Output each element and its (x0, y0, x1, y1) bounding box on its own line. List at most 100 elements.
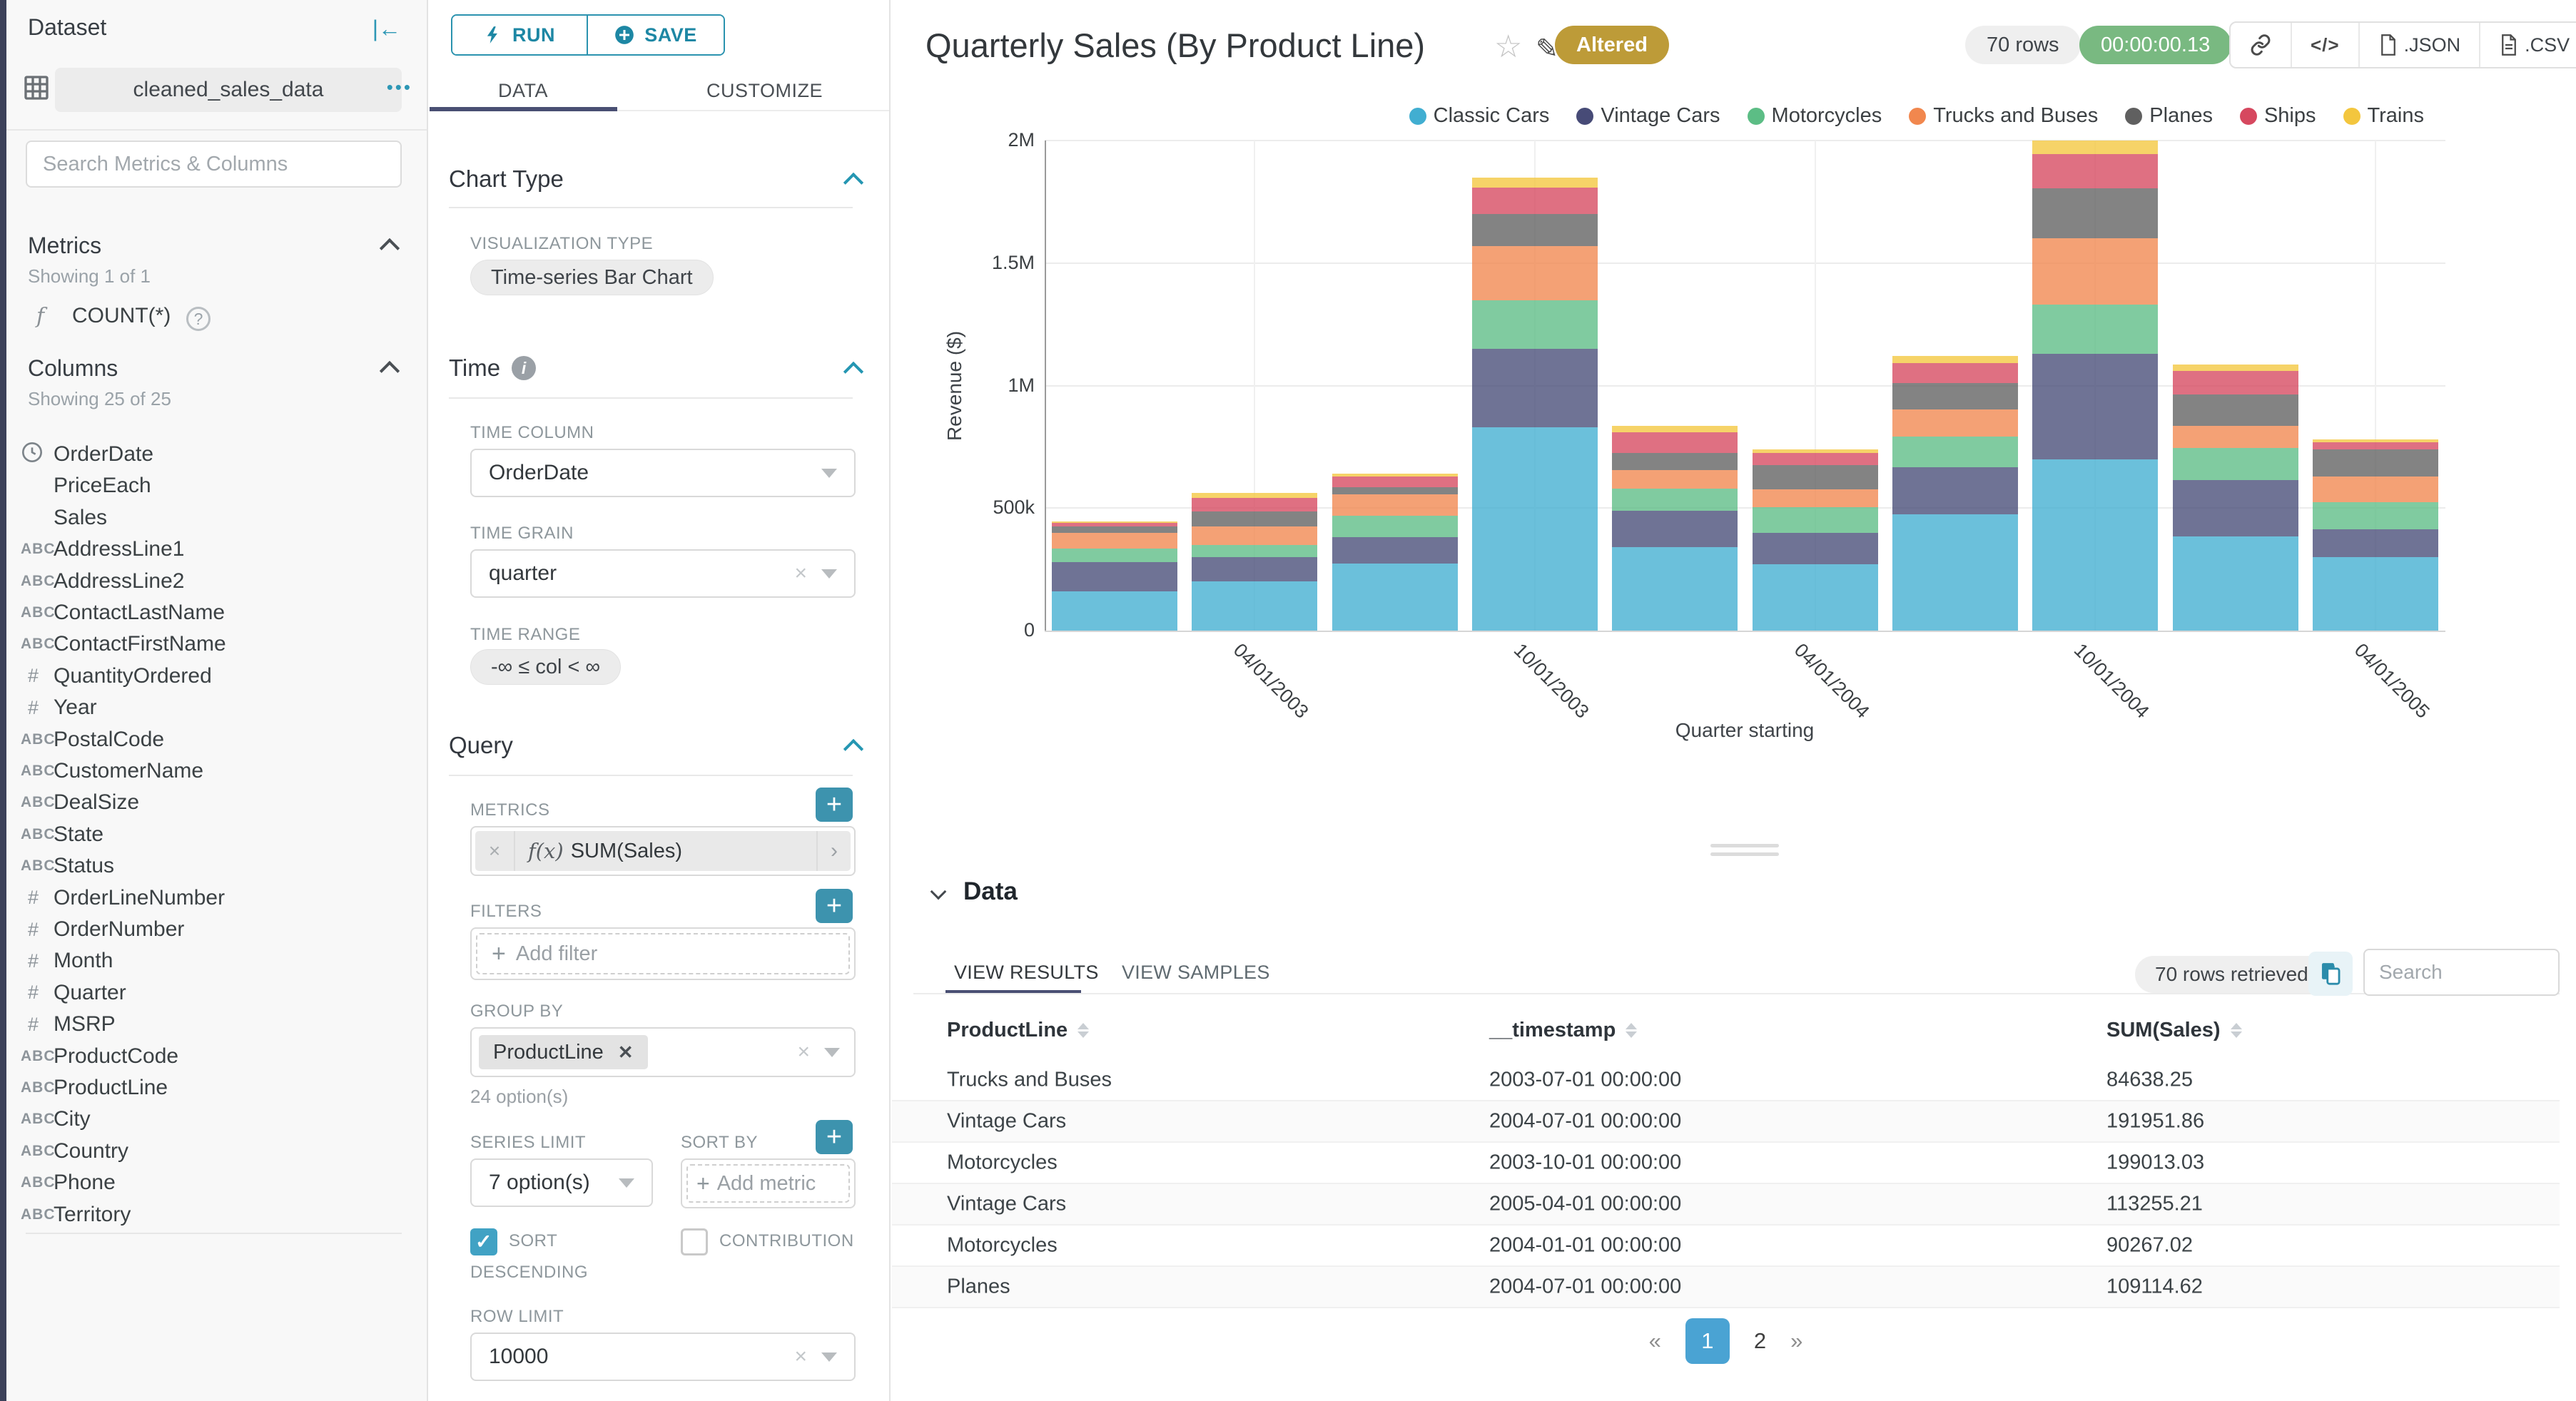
bar-segment-motorcycles[interactable] (1472, 300, 1598, 349)
data-panel-collapse[interactable] (930, 883, 947, 901)
bar-segment-trains[interactable] (1052, 521, 1178, 524)
run-button[interactable]: RUN (452, 16, 588, 54)
pagination-page-2[interactable]: 2 (1754, 1328, 1766, 1354)
time-grain-select[interactable]: quarter × (470, 549, 856, 598)
query-collapse-icon[interactable] (843, 738, 864, 760)
bar-segment-trains[interactable] (1472, 177, 1598, 188)
bar-segment-ships[interactable] (2312, 442, 2438, 450)
column-item-productline[interactable]: ABC ProductLine (6, 1072, 427, 1104)
column-item-month[interactable]: # Month (6, 945, 427, 977)
bar-segment-trucks-and-buses[interactable] (2312, 477, 2438, 503)
add-metric-button[interactable]: + (816, 788, 853, 822)
visualization-type-value[interactable]: Time-series Bar Chart (470, 260, 714, 295)
column-item-addressline2[interactable]: ABC AddressLine2 (6, 566, 427, 597)
bar-segment-trucks-and-buses[interactable] (1332, 494, 1458, 516)
checkbox-checked-icon[interactable]: ✓ (470, 1228, 497, 1255)
bar-segment-vintage-cars[interactable] (1892, 467, 2018, 514)
tab-view-samples[interactable]: VIEW SAMPLES (1122, 962, 1270, 984)
column-item-msrp[interactable]: # MSRP (6, 1009, 427, 1040)
pagination-prev[interactable]: « (1649, 1328, 1661, 1354)
column-item-state[interactable]: ABC State (6, 819, 427, 850)
bar-segment-classic-cars[interactable] (2032, 459, 2159, 631)
columns-collapse-icon[interactable] (379, 360, 400, 382)
bar-segment-motorcycles[interactable] (1892, 436, 2018, 467)
bar-segment-vintage-cars[interactable] (1332, 537, 1458, 564)
bar-segment-classic-cars[interactable] (1332, 563, 1458, 631)
bar-segment-ships[interactable] (2172, 370, 2298, 394)
collapse-sidebar-icon[interactable]: |← (372, 16, 401, 42)
column-item-orderlinenumber[interactable]: # OrderLineNumber (6, 882, 427, 914)
bar-segment-planes[interactable] (1052, 526, 1178, 533)
bar-segment-trucks-and-buses[interactable] (2172, 426, 2298, 449)
bar-segment-motorcycles[interactable] (2312, 502, 2438, 530)
bar-segment-vintage-cars[interactable] (1192, 556, 1318, 582)
bar-segment-trucks-and-buses[interactable] (1892, 409, 2018, 437)
clear-icon[interactable]: × (794, 1346, 807, 1367)
bar-segment-classic-cars[interactable] (1612, 547, 1738, 631)
bar-segment-trains[interactable] (1332, 474, 1458, 477)
bar-segment-planes[interactable] (1612, 452, 1738, 470)
column-item-orderdate[interactable]: OrderDate (6, 439, 427, 470)
bar-segment-trains[interactable] (2172, 365, 2298, 371)
bar-segment-classic-cars[interactable] (1752, 564, 1878, 631)
series-limit-select[interactable]: 7 option(s) (470, 1158, 653, 1207)
bar-segment-trucks-and-buses[interactable] (1052, 532, 1178, 549)
column-item-addressline1[interactable]: ABC AddressLine1 (6, 534, 427, 565)
bar-segment-classic-cars[interactable] (1892, 514, 2018, 631)
bar-segment-trains[interactable] (1892, 355, 2018, 364)
bar-segment-planes[interactable] (1192, 511, 1318, 526)
bar-segment-classic-cars[interactable] (1052, 591, 1178, 631)
column-item-quantityordered[interactable]: # QuantityOrdered (6, 661, 427, 692)
bar-segment-trucks-and-buses[interactable] (2032, 238, 2159, 305)
column-item-territory[interactable]: ABC Territory (6, 1199, 427, 1231)
checkbox-unchecked-icon[interactable] (681, 1228, 708, 1255)
copy-data-button[interactable] (2308, 952, 2353, 996)
bar-segment-motorcycles[interactable] (2172, 448, 2298, 480)
bar-segment-motorcycles[interactable] (1332, 515, 1458, 538)
tab-view-results[interactable]: VIEW RESULTS (954, 962, 1099, 984)
column-item-contactfirstname[interactable]: ABC ContactFirstName (6, 628, 427, 660)
dataset-more-menu-icon[interactable]: ••• (387, 76, 412, 98)
bar-segment-ships[interactable] (1192, 497, 1318, 511)
bar-segment-trucks-and-buses[interactable] (1472, 246, 1598, 300)
bar-segment-motorcycles[interactable] (1052, 548, 1178, 562)
bar-segment-motorcycles[interactable] (2032, 305, 2159, 354)
bar-segment-trains[interactable] (2032, 141, 2159, 154)
bar-segment-planes[interactable] (1332, 487, 1458, 495)
bar-segment-ships[interactable] (1892, 363, 2018, 383)
bar-segment-ships[interactable] (1752, 452, 1878, 466)
bar-segment-classic-cars[interactable] (2172, 536, 2298, 631)
group-by-chip[interactable]: ProductLine ✕ (479, 1035, 648, 1069)
bar-segment-trains[interactable] (1192, 492, 1318, 498)
chevron-right-icon[interactable]: › (816, 831, 851, 871)
column-item-postalcode[interactable]: ABC PostalCode (6, 724, 427, 755)
row-limit-select[interactable]: 10000 × (470, 1333, 856, 1381)
add-sort-metric-button[interactable]: + (816, 1120, 853, 1154)
bar-segment-trucks-and-buses[interactable] (1752, 489, 1878, 507)
bar-segment-planes[interactable] (2172, 394, 2298, 427)
bar-segment-ships[interactable] (2032, 153, 2159, 188)
metrics-collapse-icon[interactable] (379, 238, 400, 259)
bar-segment-trucks-and-buses[interactable] (1192, 526, 1318, 545)
bar-segment-vintage-cars[interactable] (1472, 348, 1598, 427)
metric-chip[interactable]: × f(x) SUM(Sales) › (475, 831, 851, 871)
bar-segment-vintage-cars[interactable] (1752, 532, 1878, 565)
column-header-sum-sales[interactable]: SUM(Sales) (2106, 1019, 2242, 1042)
add-sort-metric-dropzone[interactable]: + Add metric (686, 1164, 850, 1203)
metric-item[interactable]: f COUNT(*) ? (6, 302, 427, 337)
bar-segment-motorcycles[interactable] (1752, 506, 1878, 533)
column-header-timestamp[interactable]: __timestamp (1489, 1019, 1638, 1042)
column-item-sales[interactable]: Sales (6, 502, 427, 534)
save-button[interactable]: SAVE (588, 16, 724, 54)
column-header-productline[interactable]: ProductLine (947, 1019, 1090, 1042)
contribution-checkbox-field[interactable]: CONTRIBUTION (681, 1226, 866, 1257)
dataset-name[interactable]: cleaned_sales_data (55, 68, 402, 112)
column-item-quarter[interactable]: # Quarter (6, 977, 427, 1009)
column-item-customername[interactable]: ABC CustomerName (6, 755, 427, 787)
bar-segment-ships[interactable] (1612, 432, 1738, 453)
bar-segment-vintage-cars[interactable] (2312, 529, 2438, 557)
clear-icon[interactable]: × (797, 1041, 810, 1063)
column-item-country[interactable]: ABC Country (6, 1136, 427, 1167)
column-item-dealsize[interactable]: ABC DealSize (6, 787, 427, 818)
table-search-input[interactable] (2363, 949, 2560, 996)
